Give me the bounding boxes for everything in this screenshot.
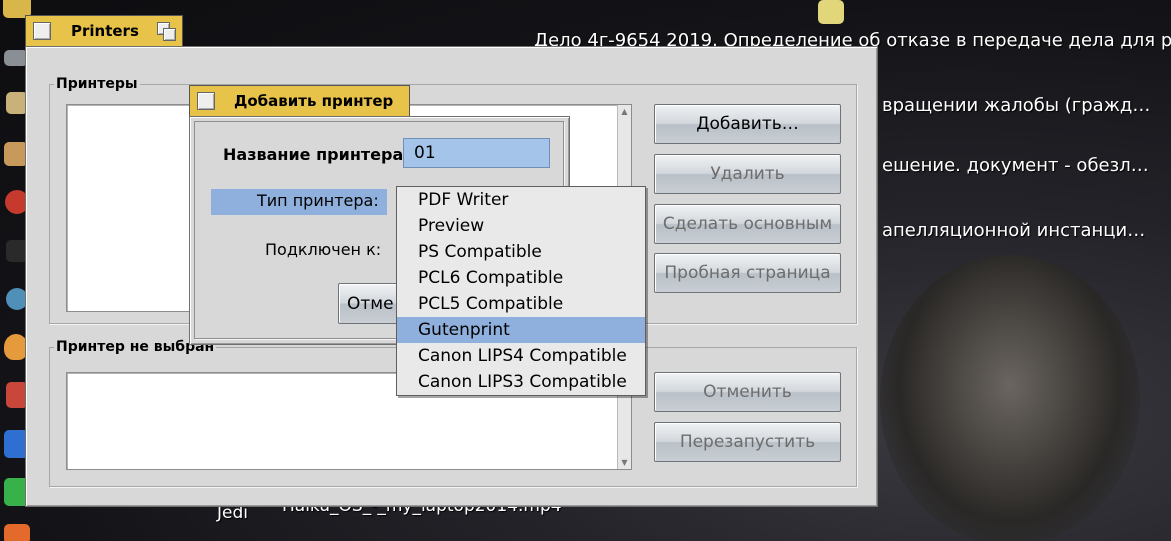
delete-printer-button[interactable]: Удалить bbox=[654, 154, 841, 194]
printer-name-label: Название принтера: bbox=[223, 145, 410, 164]
zoom-box-icon[interactable] bbox=[157, 22, 177, 41]
desktop-file-label-2[interactable]: вращении жалобы (гражд… bbox=[882, 95, 1150, 116]
desktop-file-label-4[interactable]: апелляционной инстанци… bbox=[882, 220, 1145, 241]
close-box-icon[interactable] bbox=[197, 92, 215, 110]
orange-tile-icon[interactable] bbox=[4, 524, 30, 541]
add-printer-dialog-title: Добавить принтер bbox=[234, 92, 394, 110]
restart-job-button[interactable]: Перезапустить bbox=[654, 422, 841, 462]
printer-type-menu-item[interactable]: PCL5 Compatible bbox=[397, 291, 645, 317]
printer-type-menu-item[interactable]: PCL6 Compatible bbox=[397, 265, 645, 291]
printers-group-title: Принтеры bbox=[54, 76, 140, 92]
printer-type-menu-item[interactable]: PDF Writer bbox=[397, 187, 645, 213]
test-page-button[interactable]: Пробная страница bbox=[654, 253, 841, 293]
printer-type-menu-item[interactable]: PS Compatible bbox=[397, 239, 645, 265]
dialog-cancel-button-label: Отме bbox=[347, 293, 394, 314]
printer-type-menu-item[interactable]: Canon LIPS3 Compatible bbox=[397, 369, 645, 395]
document-icon[interactable] bbox=[818, 0, 844, 24]
wallpaper-figure bbox=[880, 255, 1140, 541]
set-default-button[interactable]: Сделать основным bbox=[654, 204, 841, 244]
close-box-icon[interactable] bbox=[33, 22, 51, 40]
printer-type-menu-item[interactable]: Canon LIPS4 Compatible bbox=[397, 343, 645, 369]
printer-type-menu-item-selected[interactable]: Gutenprint bbox=[397, 317, 645, 343]
printer-name-value: 01 bbox=[414, 143, 436, 163]
printer-name-field[interactable]: 01 bbox=[403, 138, 550, 168]
connected-to-label: Подключен к: bbox=[265, 240, 382, 259]
desktop-file-label-3[interactable]: ешение. документ - обезл… bbox=[882, 155, 1149, 176]
scroll-down-icon[interactable]: ▼ bbox=[618, 456, 631, 469]
add-printer-title-tab[interactable]: Добавить принтер bbox=[189, 85, 410, 117]
cancel-job-button[interactable]: Отменить bbox=[654, 372, 841, 412]
printers-title-tab[interactable]: Printers bbox=[25, 15, 183, 47]
printer-type-label: Тип принтера: bbox=[257, 191, 379, 210]
printers-window-title: Printers bbox=[71, 22, 139, 40]
add-printer-button[interactable]: Добавить… bbox=[654, 104, 841, 144]
printer-type-menu-item[interactable]: Preview bbox=[397, 213, 645, 239]
scroll-up-icon[interactable]: ▲ bbox=[618, 105, 631, 118]
printer-type-menu: PDF Writer Preview PS Compatible PCL6 Co… bbox=[396, 186, 646, 396]
